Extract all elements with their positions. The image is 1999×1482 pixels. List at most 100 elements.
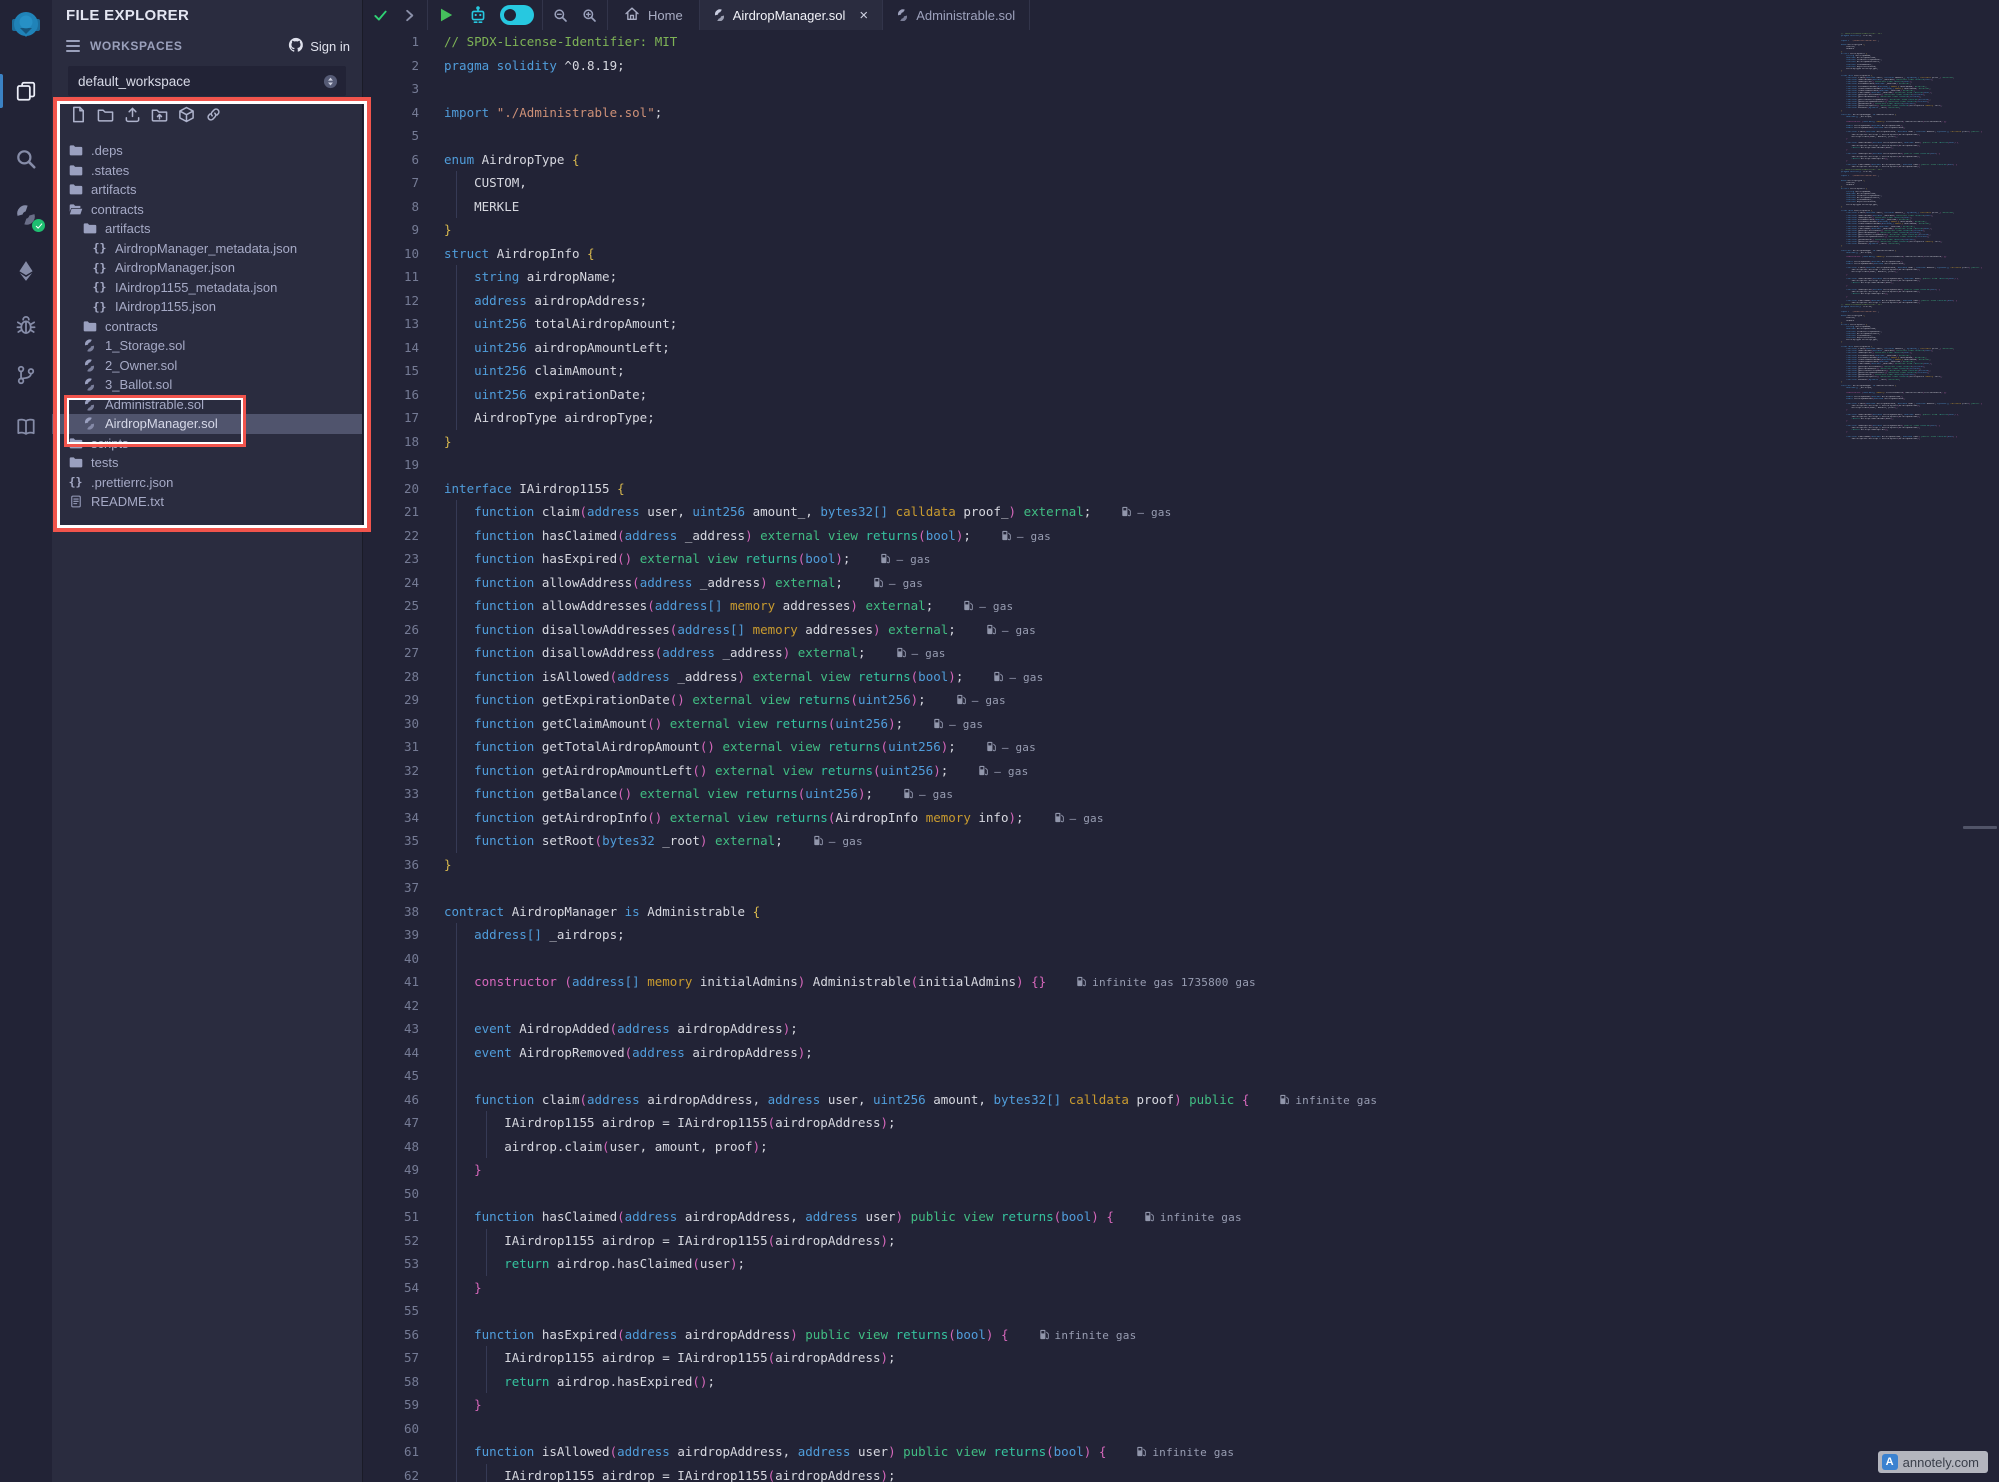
plugin-manager-icon[interactable] bbox=[0, 408, 52, 446]
code-line: 11 string airdropName; bbox=[363, 265, 1999, 289]
scrollbar-marker[interactable] bbox=[1963, 826, 1997, 829]
code-editor[interactable]: 1// SPDX-License-Identifier: MIT2pragma … bbox=[363, 30, 1999, 1482]
new-file-icon[interactable] bbox=[69, 105, 87, 123]
tab-home[interactable]: Home bbox=[608, 0, 700, 30]
indent-guide bbox=[456, 1440, 457, 1464]
deploy-run-icon[interactable] bbox=[0, 252, 52, 290]
tree-item-administrable-sol[interactable]: Administrable.sol bbox=[52, 395, 362, 415]
gas-estimate-label: – gas bbox=[1017, 530, 1051, 543]
line-number: 20 bbox=[363, 477, 419, 501]
line-number: 6 bbox=[363, 148, 419, 172]
tab-airdropmanager[interactable]: AirdropManager.sol × bbox=[700, 0, 884, 30]
code-line: 12 address airdropAddress; bbox=[363, 289, 1999, 313]
tab-label: AirdropManager.sol bbox=[733, 8, 846, 23]
box-icon[interactable] bbox=[177, 105, 195, 123]
line-number: 31 bbox=[363, 735, 419, 759]
upload-folder-icon[interactable] bbox=[150, 105, 168, 123]
tree-item-artifacts[interactable]: artifacts bbox=[52, 180, 362, 200]
file-explorer-icon[interactable] bbox=[0, 72, 52, 110]
code-line: 13 uint256 totalAirdropAmount; bbox=[363, 312, 1999, 336]
line-number: 15 bbox=[363, 359, 419, 383]
run-script-button[interactable] bbox=[438, 7, 454, 23]
code-line: 10struct AirdropInfo { bbox=[363, 242, 1999, 266]
workspaces-menu-icon[interactable] bbox=[66, 40, 80, 52]
tree-item-contracts[interactable]: contracts bbox=[52, 317, 362, 337]
indent-guide bbox=[456, 1064, 457, 1088]
tree-item-airdropmanager-metadata-json[interactable]: {}AirdropManager_metadata.json bbox=[52, 239, 362, 259]
indent-guide bbox=[456, 547, 457, 571]
upload-file-icon[interactable] bbox=[123, 105, 141, 123]
indent-guide bbox=[456, 1017, 457, 1041]
tree-item-label: 2_Owner.sol bbox=[105, 358, 177, 373]
code-line: 26 function disallowAddresses(address[] … bbox=[363, 618, 1999, 642]
gas-estimate-label: infinite gas bbox=[1295, 1094, 1377, 1107]
indent-guide bbox=[486, 1370, 487, 1394]
json-file-icon: {} bbox=[92, 280, 107, 294]
remix-logo-icon[interactable] bbox=[0, 6, 52, 44]
zoom-out-icon[interactable] bbox=[553, 8, 568, 23]
ai-copilot-toggle[interactable] bbox=[502, 7, 532, 23]
tree-item-2-owner-sol[interactable]: 2_Owner.sol bbox=[52, 356, 362, 376]
folder-open-icon bbox=[68, 203, 83, 216]
link-icon[interactable] bbox=[204, 105, 222, 123]
git-icon[interactable] bbox=[0, 356, 52, 394]
line-number: 1 bbox=[363, 30, 419, 54]
tree-item-label: artifacts bbox=[91, 182, 137, 197]
zoom-in-icon[interactable] bbox=[582, 8, 597, 23]
indent-guide bbox=[456, 970, 457, 994]
workspace-options-icon[interactable] bbox=[323, 74, 338, 89]
tree-item-contracts[interactable]: contracts bbox=[52, 200, 362, 220]
tab-administrable[interactable]: Administrable.sol bbox=[883, 0, 1030, 30]
tree-item--states[interactable]: .states bbox=[52, 161, 362, 181]
new-folder-icon[interactable] bbox=[96, 105, 114, 123]
remix-ide-window: FILE EXPLORER WORKSPACES Sign in default… bbox=[0, 0, 1999, 1482]
tree-item-iairdrop1155-metadata-json[interactable]: {}IAirdrop1155_metadata.json bbox=[52, 278, 362, 298]
search-icon[interactable] bbox=[0, 140, 52, 178]
line-number: 61 bbox=[363, 1440, 419, 1464]
workspace-select[interactable]: default_workspace bbox=[68, 66, 346, 96]
tree-item--prettierrc-json[interactable]: {}.prettierrc.json bbox=[52, 473, 362, 493]
code-line: 57 IAirdrop1155 airdrop = IAirdrop1155(a… bbox=[363, 1346, 1999, 1370]
line-number: 44 bbox=[363, 1041, 419, 1065]
gas-estimate-badge: – gas bbox=[986, 736, 1036, 760]
indent-guide bbox=[456, 1464, 457, 1482]
watermark-text: annotely.com bbox=[1903, 1455, 1979, 1470]
tree-item--deps[interactable]: .deps bbox=[52, 141, 362, 161]
code-line: 56 function hasExpired(address airdropAd… bbox=[363, 1323, 1999, 1347]
line-number: 47 bbox=[363, 1111, 419, 1135]
tree-item-airdropmanager-sol[interactable]: AirdropManager.sol bbox=[52, 414, 362, 434]
gas-estimate-label: – gas bbox=[912, 647, 946, 660]
tree-item-1-storage-sol[interactable]: 1_Storage.sol bbox=[52, 336, 362, 356]
tree-item-label: .prettierrc.json bbox=[91, 475, 173, 490]
tree-item-readme-txt[interactable]: README.txt bbox=[52, 492, 362, 512]
ai-copilot-icon[interactable] bbox=[468, 6, 488, 24]
line-number: 4 bbox=[363, 101, 419, 125]
indent-guide bbox=[456, 171, 457, 195]
tree-item-airdropmanager-json[interactable]: {}AirdropManager.json bbox=[52, 258, 362, 278]
tree-item-tests[interactable]: tests bbox=[52, 453, 362, 473]
home-icon bbox=[624, 6, 640, 25]
line-number: 50 bbox=[363, 1182, 419, 1206]
debugger-icon[interactable] bbox=[0, 306, 52, 344]
minimap[interactable]: // SPDX-License-Identifier: MITpragma so… bbox=[1841, 33, 1991, 440]
code-line: 37 bbox=[363, 876, 1999, 900]
gas-estimate-badge: – gas bbox=[993, 666, 1043, 690]
line-number: 7 bbox=[363, 171, 419, 195]
gas-estimate-label: – gas bbox=[972, 694, 1006, 707]
tree-item-iairdrop1155-json[interactable]: {}IAirdrop1155.json bbox=[52, 297, 362, 317]
tree-item-scripts[interactable]: scripts bbox=[52, 434, 362, 454]
gas-estimate-label: – gas bbox=[829, 835, 863, 848]
run-ai-group bbox=[428, 0, 543, 30]
close-icon[interactable]: × bbox=[859, 8, 868, 23]
solidity-compiler-icon[interactable] bbox=[0, 196, 52, 234]
sign-in-button[interactable]: Sign in bbox=[288, 37, 350, 56]
json-file-icon: {} bbox=[92, 241, 107, 255]
chevron-right-icon[interactable] bbox=[402, 8, 417, 23]
tree-item-artifacts[interactable]: artifacts bbox=[52, 219, 362, 239]
indent-guide bbox=[456, 1111, 457, 1135]
line-number: 41 bbox=[363, 970, 419, 994]
line-number: 26 bbox=[363, 618, 419, 642]
code-line: 14 uint256 airdropAmountLeft; bbox=[363, 336, 1999, 360]
tree-item-3-ballot-sol[interactable]: 3_Ballot.sol bbox=[52, 375, 362, 395]
indent-guide bbox=[456, 618, 457, 642]
